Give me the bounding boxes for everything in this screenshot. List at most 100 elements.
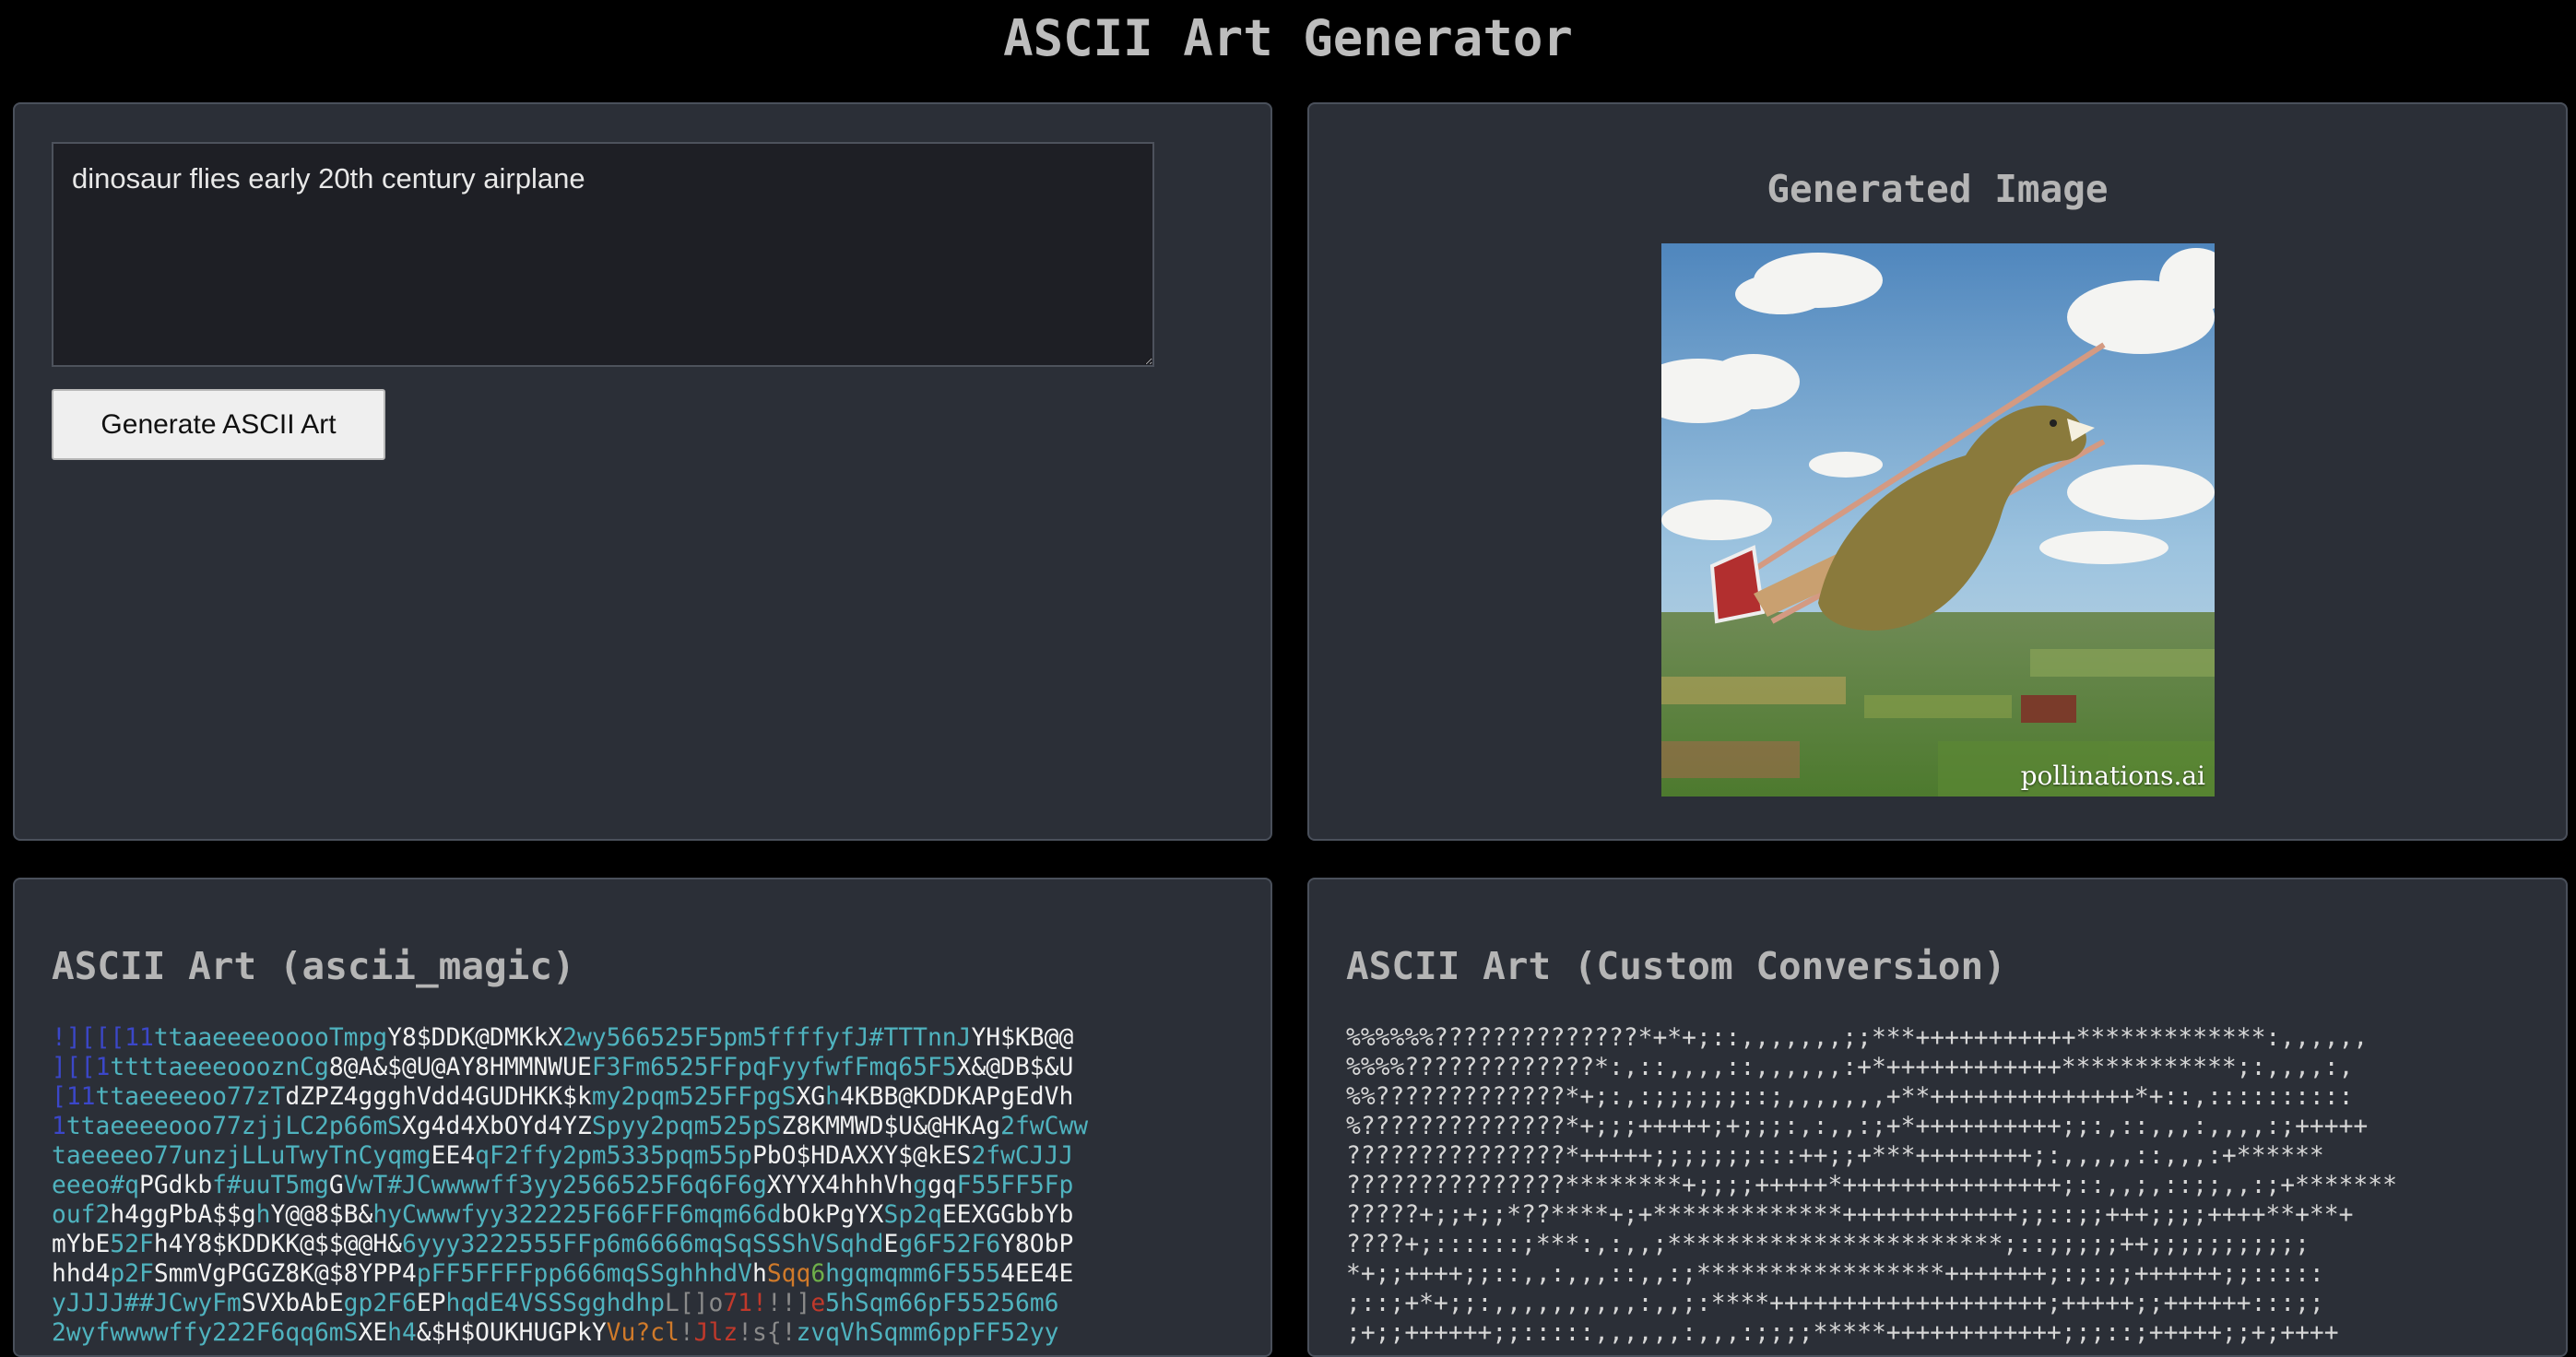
ascii-magic-segment: h4 xyxy=(387,1319,417,1347)
ascii-magic-segment: ttttaeeeoooznCg xyxy=(110,1054,329,1081)
ascii-magic-segment: EEXGGbbYb xyxy=(941,1201,1074,1229)
input-panel: Generate ASCII Art xyxy=(13,102,1272,841)
ascii-magic-segment: PbO$HDAXXY$@kES xyxy=(751,1142,972,1170)
ascii-magic-segment: G xyxy=(328,1172,344,1199)
ascii-magic-segment: qF2ffy2pm5335pqm55p xyxy=(475,1142,752,1170)
ascii-magic-segment: Jlz xyxy=(693,1319,739,1347)
ascii-magic-segment: Spyy2pqm525pS xyxy=(591,1113,782,1140)
ascii-magic-output: !][[[11ttaaeeeeooooTmpgY8$DDK@DMKkX2wy56… xyxy=(52,1023,1088,1348)
ascii-magic-segment: mYbE xyxy=(52,1231,111,1258)
ascii-magic-line: ][[1ttttaeeeoooznCg8@A&$@U@AY8HMMNWUEF3F… xyxy=(52,1053,1088,1082)
ascii-magic-segment: ttaeeeeoo77zT xyxy=(95,1083,286,1111)
ascii-magic-segment: my2pqm525FFpgS xyxy=(591,1083,797,1111)
ascii-magic-line: !][[[11ttaaeeeeooooTmpgY8$DDK@DMKkX2wy56… xyxy=(52,1023,1088,1053)
ascii-magic-line: mYbE52Fh4Y8$KDDKK@$$@@H&6yyy3222555FFp6m… xyxy=(52,1230,1088,1259)
ascii-magic-segment: 2fwCww xyxy=(1000,1113,1089,1140)
ascii-magic-panel: ASCII Art (ascii_magic) !][[[11ttaaeeeeo… xyxy=(13,878,1272,1357)
ascii-magic-segment: g xyxy=(913,1172,928,1199)
ascii-custom-output: %%%%%%??????????????*+*+;::,,,,,,,;;***+… xyxy=(1346,1023,2397,1348)
ascii-magic-segment: 6 xyxy=(810,1260,826,1288)
ascii-magic-segment: 2wyfwwwwffy222F6qq6mS xyxy=(52,1319,359,1347)
ascii-magic-segment: YH$KB@@ xyxy=(971,1024,1074,1052)
ascii-magic-segment: Xg4d4XbOYd4YZ xyxy=(401,1113,592,1140)
ascii-magic-segment: zvqVhSqmm6ppFF52yy xyxy=(796,1319,1059,1347)
ascii-magic-segment: f#uuT5mg xyxy=(212,1172,329,1199)
generate-ascii-button[interactable]: Generate ASCII Art xyxy=(52,389,385,460)
ascii-magic-segment: hgqmqmm6F555 xyxy=(825,1260,1001,1288)
ascii-magic-segment: Vu?cl xyxy=(606,1319,679,1347)
ascii-custom-line: ????+;::::::;***:,:,,;******************… xyxy=(1346,1231,2310,1258)
ascii-magic-segment: !s{! xyxy=(738,1319,797,1347)
ascii-magic-segment: 8@A&$@U@AY8HMMNWUE xyxy=(328,1054,592,1081)
ascii-magic-segment: hqdE4VSSSgghdhp xyxy=(445,1290,665,1317)
ascii-magic-segment: ttaeeeeooo77zjjLC2p66mS xyxy=(65,1113,402,1140)
ascii-magic-segment: Y8$DDK@DMKkX xyxy=(387,1024,563,1052)
ascii-magic-segment: gq xyxy=(928,1172,957,1199)
ascii-magic-line: taeeeeo77unzjLLuTwyTnCyqmgEE4qF2ffy2pm53… xyxy=(52,1141,1088,1171)
ascii-custom-panel: ASCII Art (Custom Conversion) %%%%%%????… xyxy=(1307,878,2568,1357)
ascii-magic-segment: &$H$OUKHUGPkY xyxy=(416,1319,607,1347)
ascii-custom-line: ;+;;++++++;;:::::,,,,,,:,,,:;;;;*****+++… xyxy=(1346,1319,2339,1347)
ascii-magic-segment: ouf2 xyxy=(52,1201,111,1229)
ascii-magic-segment: 5hSqm66pF55256m6 xyxy=(825,1290,1059,1317)
ascii-magic-segment: e xyxy=(810,1290,826,1317)
ascii-magic-segment: h xyxy=(751,1260,767,1288)
ascii-magic-segment: SVXbAbE xyxy=(241,1290,344,1317)
ascii-magic-segment: 71! xyxy=(723,1290,767,1317)
ascii-custom-line: ???????????????********+;;;;+++++*++++++… xyxy=(1346,1172,2397,1199)
ascii-magic-segment: Y@@8$B& xyxy=(270,1201,373,1229)
dinosaur-airplane-illustration xyxy=(1661,243,2215,796)
ascii-magic-segment: 4KBB@KDDKAPgEdVh xyxy=(839,1083,1074,1111)
ascii-magic-segment: p2F xyxy=(110,1260,154,1288)
ascii-magic-segment: taeeeeo77unzjLLuTwyTnCyqmg xyxy=(52,1142,431,1170)
ascii-magic-segment: h4ggPbA$$g xyxy=(110,1201,256,1229)
ascii-magic-segment: !][[[11 xyxy=(52,1024,154,1052)
ascii-magic-segment: E xyxy=(883,1231,899,1258)
ascii-magic-segment: ! xyxy=(679,1319,694,1347)
ascii-magic-segment: h4Y8$KDDKK@$$@@H& xyxy=(153,1231,402,1258)
ascii-magic-segment: SmmVgPGGZ8K@$8YPP4 xyxy=(153,1260,417,1288)
ascii-magic-segment: eeeo#q xyxy=(52,1172,139,1199)
ascii-custom-line: ?????+;;+;;*??****+;+*************++++++… xyxy=(1346,1201,2354,1229)
ascii-magic-segment: Z8KMMWD$U&@HKAg xyxy=(781,1113,1001,1140)
ascii-magic-segment: ttaaeeeeooooTmpg xyxy=(153,1024,388,1052)
ascii-magic-segment: XG xyxy=(796,1083,826,1111)
ascii-magic-segment: hyCwwwfyy322225F66FFF6mqm66d xyxy=(372,1201,782,1229)
ascii-magic-segment: h xyxy=(255,1201,271,1229)
ascii-magic-segment: 4EE4E xyxy=(1000,1260,1074,1288)
ascii-magic-segment: hhd4 xyxy=(52,1260,111,1288)
ascii-magic-segment: L[]o xyxy=(664,1290,724,1317)
ascii-magic-segment: 6yyy3222555FFp6m6666mqSqSSShVSqhd xyxy=(402,1231,884,1258)
ascii-magic-line: 1ttaeeeeooo77zjjLC2p66mSXg4d4XbOYd4YZSpy… xyxy=(52,1112,1088,1141)
ascii-magic-segment: X&@DB$&U xyxy=(956,1054,1074,1081)
ascii-custom-line: ???????????????*+++++;;;;;;;:::++;;+***+… xyxy=(1346,1142,2324,1170)
ascii-custom-title: ASCII Art (Custom Conversion) xyxy=(1346,944,2006,988)
ascii-magic-segment: dZPZ4ggghVdd4GUDHKK$k xyxy=(285,1083,592,1111)
ascii-magic-line: [11ttaeeeeoo77zTdZPZ4ggghVdd4GUDHKK$kmy2… xyxy=(52,1082,1088,1112)
ascii-magic-segment: h xyxy=(825,1083,840,1111)
ascii-magic-segment: gp2F6 xyxy=(343,1290,417,1317)
ascii-custom-line: %??????????????*+;;;+++++;+;;;:,:,,:;+*+… xyxy=(1346,1113,2369,1140)
ascii-magic-segment: XYYX4hhhVh xyxy=(766,1172,914,1199)
ascii-magic-segment: 1 xyxy=(52,1113,66,1140)
ascii-custom-line: %%%%?????????????*:,::,,,,::,,,,,,:+*+++… xyxy=(1346,1054,2354,1081)
ascii-magic-segment: 2wy566525F5pm5ffffyfJ#TTTnnJ xyxy=(562,1024,972,1052)
ascii-magic-segment: F3Fm6525FFpqFyyfwfFmq65F5 xyxy=(591,1054,957,1081)
ascii-magic-segment: Y8ObP xyxy=(1000,1231,1074,1258)
prompt-input[interactable] xyxy=(52,142,1154,367)
ascii-magic-segment: bOkPgYX xyxy=(781,1201,884,1229)
ascii-magic-segment: !!] xyxy=(766,1290,811,1317)
ascii-magic-segment: 2fwCJJJ xyxy=(971,1142,1074,1170)
ascii-magic-title: ASCII Art (ascii_magic) xyxy=(52,944,575,988)
image-panel: Generated Image pollinations.ai xyxy=(1307,102,2568,841)
ascii-magic-segment: [11 xyxy=(52,1083,96,1111)
ascii-magic-segment: pFF5FFFFpp666mqSSghhhdV xyxy=(416,1260,752,1288)
ascii-custom-line: %%?????????????*+;:,:;;;;;;::;,,,,,,,+**… xyxy=(1346,1083,2354,1111)
ascii-magic-segment: EP xyxy=(416,1290,446,1317)
watermark-label: pollinations.ai xyxy=(2020,761,2205,791)
ascii-custom-line: ;::;+*+;;:,,,,,,,,,,:,,;:****+++++++++++… xyxy=(1346,1290,2324,1317)
ascii-magic-segment: Sqq xyxy=(766,1260,811,1288)
ascii-magic-segment: 52F xyxy=(110,1231,154,1258)
ascii-magic-segment: Sp2q xyxy=(883,1201,942,1229)
ascii-magic-segment: ][[1 xyxy=(52,1054,111,1081)
